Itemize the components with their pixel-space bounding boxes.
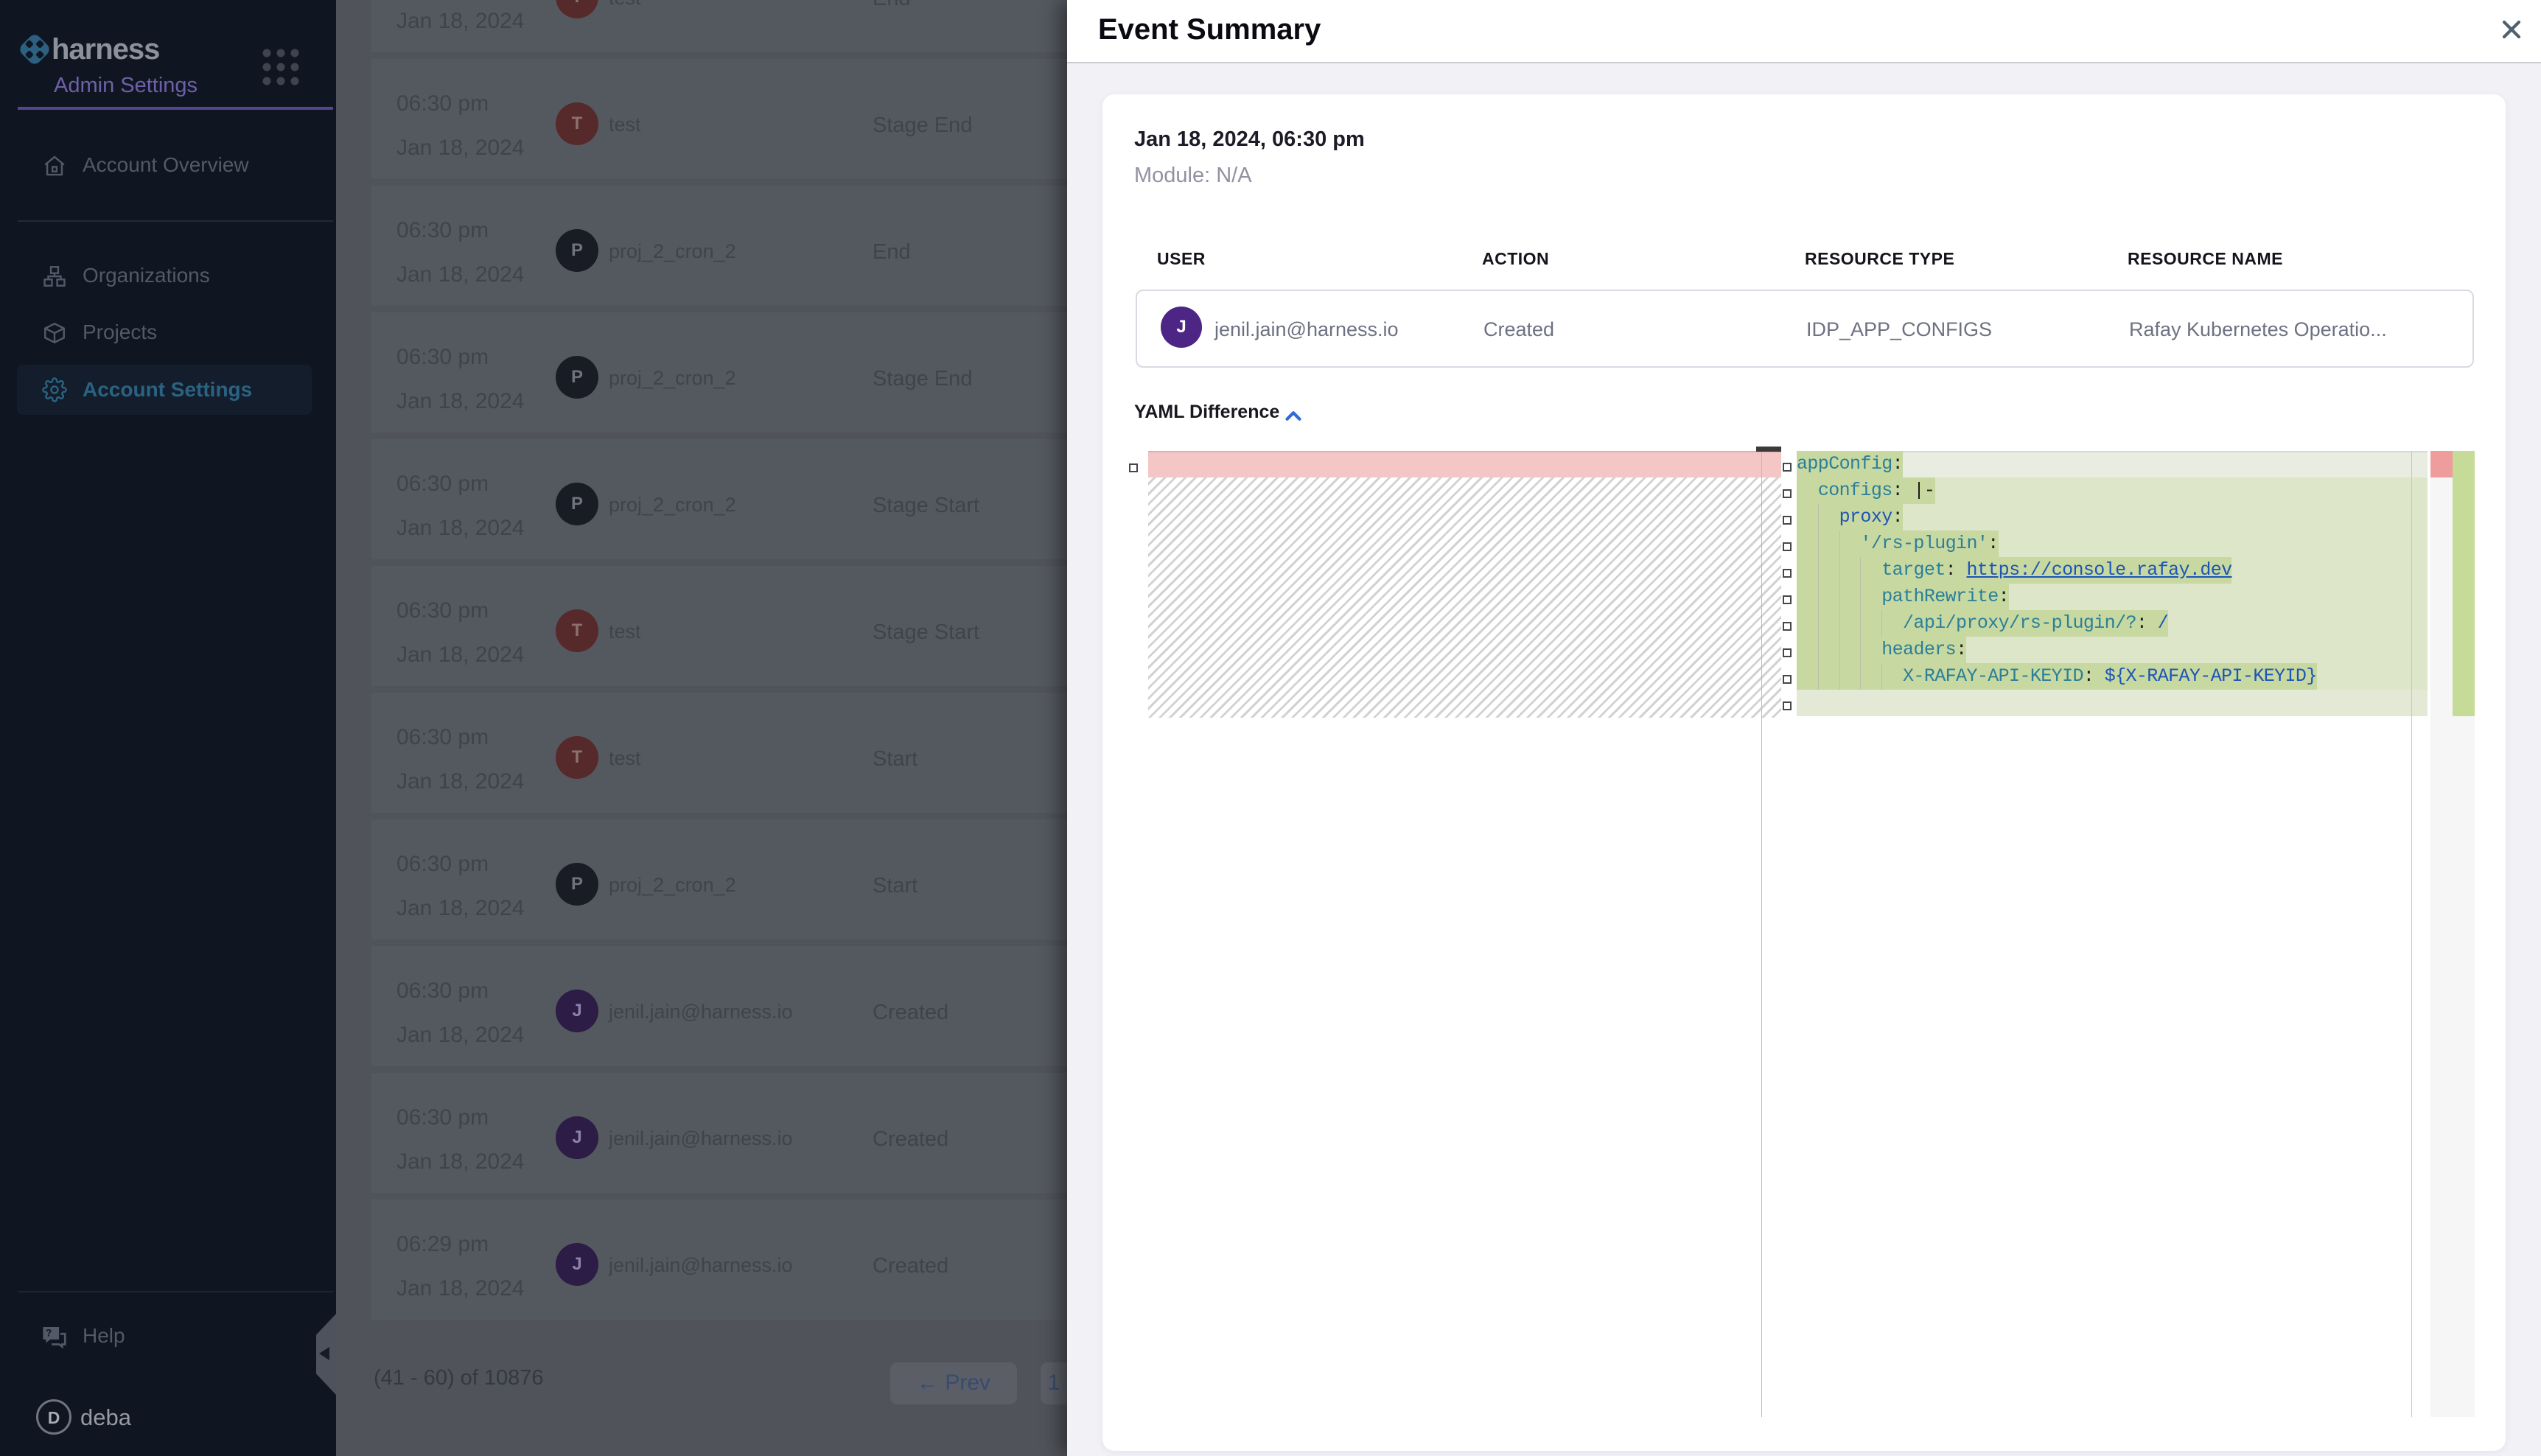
svg-text:?: ?: [46, 1328, 52, 1339]
